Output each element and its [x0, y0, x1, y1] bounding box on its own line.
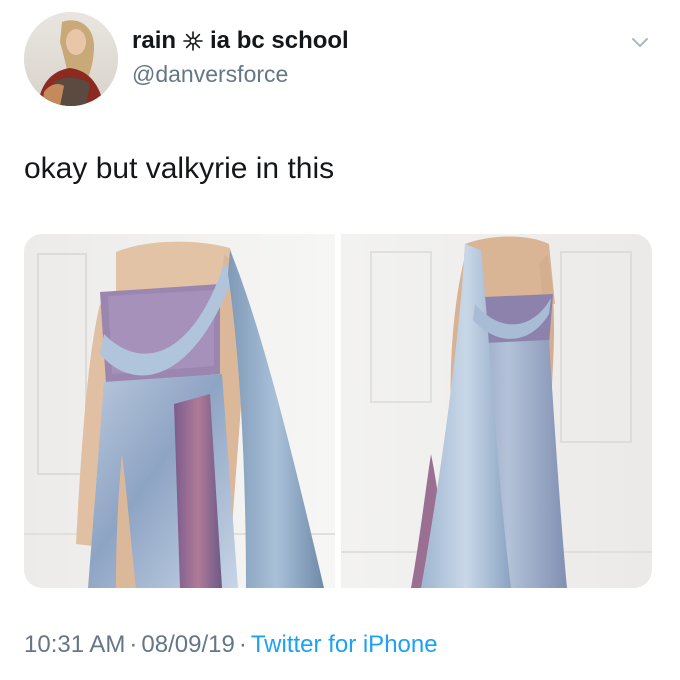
media-grid [24, 234, 652, 588]
photo-gown-front[interactable] [24, 234, 335, 588]
display-name[interactable]: rain ia bc school [132, 26, 349, 56]
tweet-source-link[interactable]: Twitter for iPhone [251, 631, 438, 658]
sparkle-icon [183, 31, 203, 51]
user-handle[interactable]: @danversforce [132, 60, 288, 88]
meta-separator-2: · [238, 631, 247, 658]
photo-gown-back[interactable] [341, 234, 652, 588]
chevron-down-icon[interactable] [628, 30, 652, 54]
tweet-time[interactable]: 10:31 AM [24, 631, 125, 658]
display-name-part-2: ia bc school [210, 27, 349, 54]
tweet-meta: 10:31 AM · 08/09/19 · Twitter for iPhone [24, 630, 438, 660]
display-name-part-1: rain [132, 27, 177, 54]
tweet-text: okay but valkyrie in this [24, 152, 335, 185]
tweet-date[interactable]: 08/09/19 [141, 631, 234, 658]
meta-separator: · [129, 631, 138, 658]
avatar[interactable] [24, 12, 118, 106]
tweet: rain ia bc school @danversforce okay but… [0, 0, 680, 680]
